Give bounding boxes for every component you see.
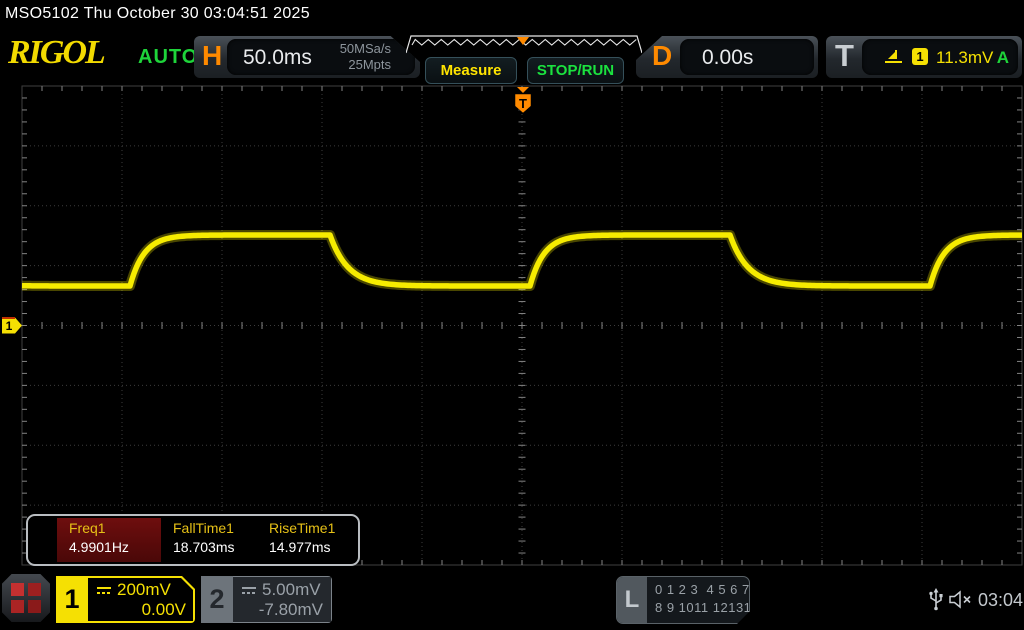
status-clock: 03:04 [978,590,1023,611]
channel1-scale: 200mV [117,580,171,600]
dc-coupling-icon [96,585,112,596]
svg-text:1: 1 [6,319,13,333]
channel1-status-block[interactable]: 1 200mV 0.00V [56,576,195,623]
channel2-badge: 2 [201,576,233,623]
channel2-offset: -7.80mV [259,600,323,620]
speaker-muted-icon [948,589,975,610]
dc-coupling-icon [241,585,257,596]
channel2-status-block[interactable]: 2 5.00mV -7.80mV [201,576,332,623]
logic-channels-row1: 0 1 2 3 4 5 6 7 [655,582,750,597]
usb-icon [928,588,944,611]
logic-channels-block[interactable]: L 0 1 2 3 4 5 6 7 8 9 1011 12131415 [616,576,750,624]
measurement-results-box: Freq1 4.9901Hz FallTime1 18.703ms RiseTi… [26,514,360,566]
measurement-freq1[interactable]: Freq1 4.9901Hz [57,518,161,562]
channel1-offset: 0.00V [142,600,186,620]
oscilloscope-screen: MSO5102 Thu October 30 03:04:51 2025 RIG… [0,0,1024,630]
channel1-badge: 1 [56,576,88,623]
measurement-falltime1[interactable]: FallTime1 18.703ms [161,518,257,562]
grid-menu-button[interactable] [2,574,50,622]
channel2-scale: 5.00mV [262,580,321,600]
svg-text:T: T [519,96,527,111]
logic-badge: L [617,577,647,623]
measurement-risetime1[interactable]: RiseTime1 14.977ms [257,518,353,562]
grid-menu-icon [11,583,24,596]
